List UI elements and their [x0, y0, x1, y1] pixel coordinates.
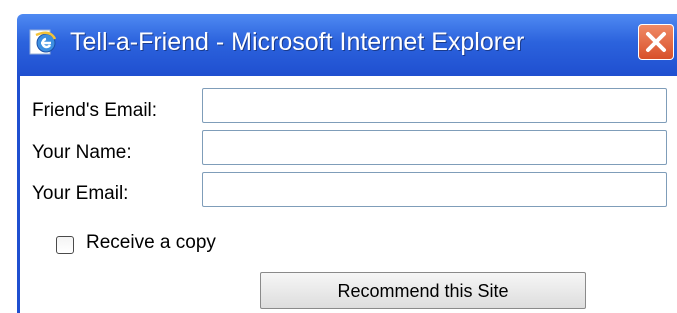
- window-title: Tell-a-Friend - Microsoft Internet Explo…: [70, 28, 525, 56]
- friend-email-label: Friend's Email:: [32, 100, 158, 121]
- receive-copy-checkbox[interactable]: [56, 236, 74, 254]
- your-email-field[interactable]: [202, 172, 667, 207]
- close-button[interactable]: [638, 24, 674, 60]
- recommend-button[interactable]: Recommend this Site: [260, 272, 586, 309]
- receive-copy-label[interactable]: Receive a copy: [86, 232, 216, 254]
- your-email-label: Your Email:: [32, 183, 129, 204]
- internet-explorer-icon: [28, 27, 58, 57]
- friend-email-field[interactable]: [202, 88, 667, 123]
- form-body: Friend's Email: Your Name: Your Email: R…: [17, 76, 677, 313]
- your-name-field[interactable]: [202, 130, 667, 165]
- close-icon: [646, 32, 666, 52]
- tell-a-friend-window: Tell-a-Friend - Microsoft Internet Explo…: [17, 14, 677, 313]
- your-name-label: Your Name:: [32, 142, 132, 163]
- title-bar[interactable]: Tell-a-Friend - Microsoft Internet Explo…: [17, 14, 677, 76]
